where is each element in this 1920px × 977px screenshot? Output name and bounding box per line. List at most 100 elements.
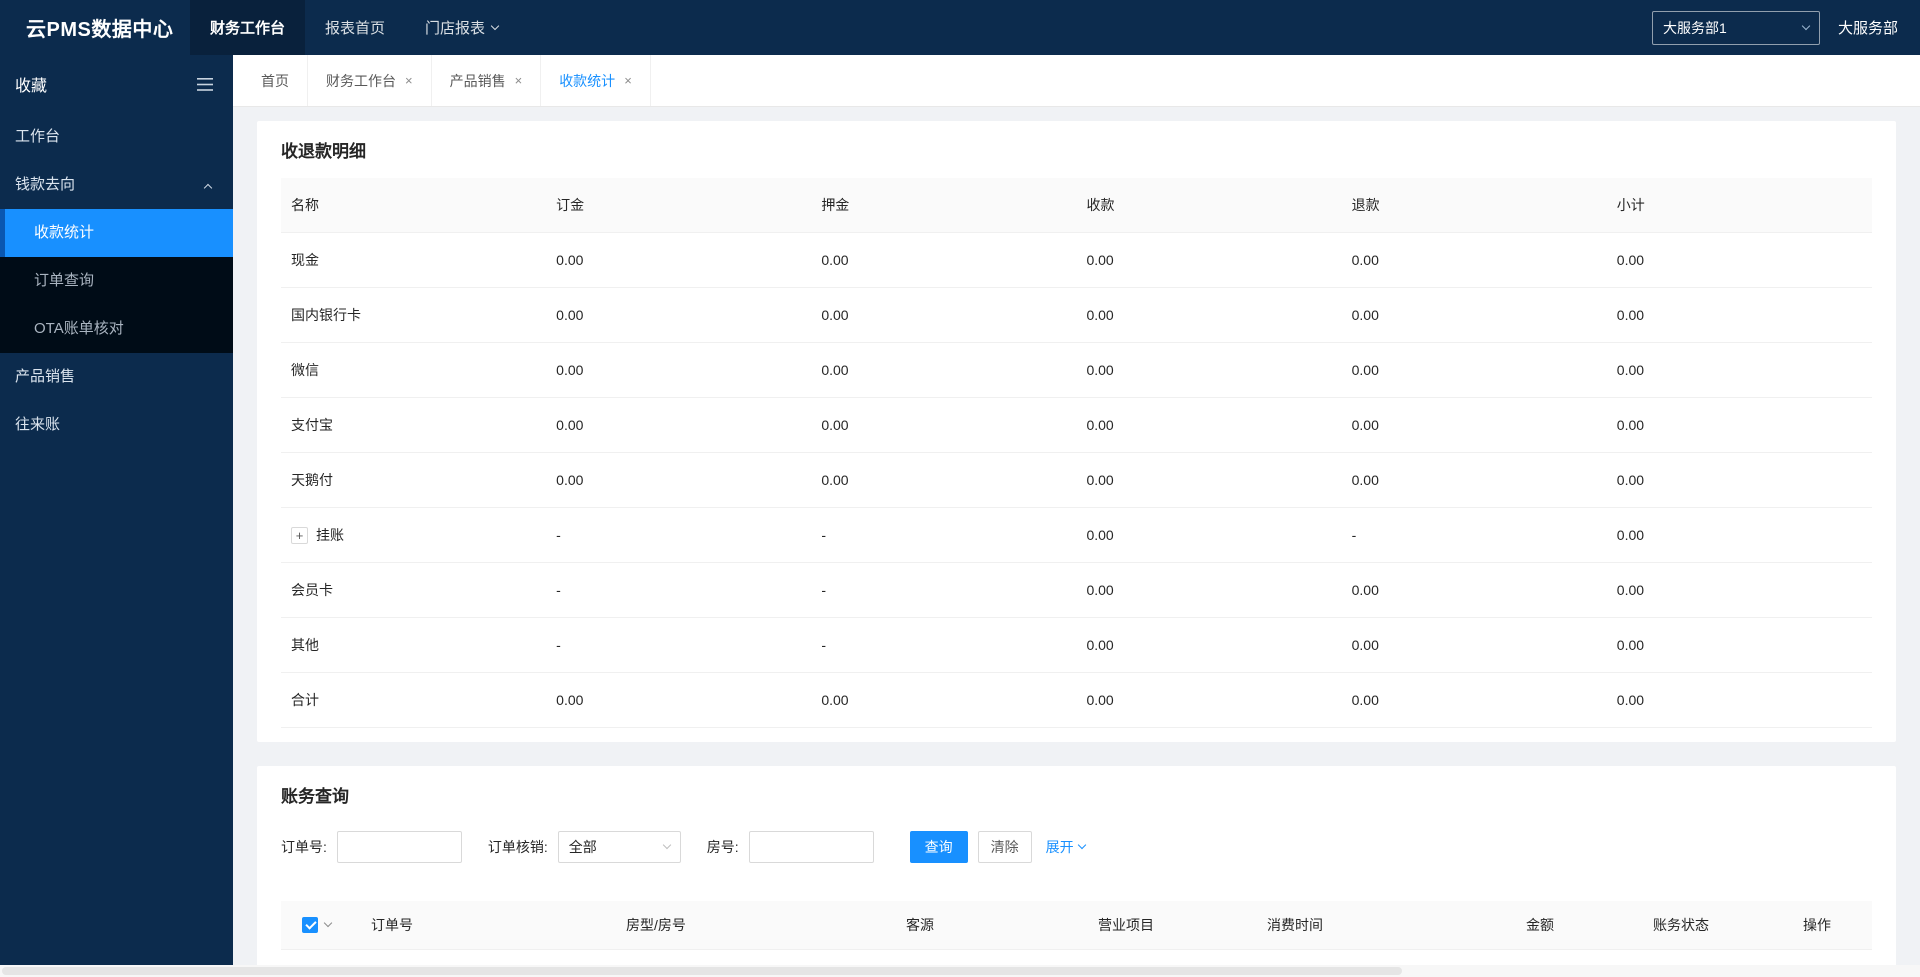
amount-link[interactable]: 0.00	[1341, 232, 1607, 288]
expand-row-button[interactable]: +	[291, 527, 308, 545]
amount-link[interactable]: 0.00	[546, 287, 812, 343]
order-no-input[interactable]	[336, 830, 462, 863]
tab-label: 收款统计	[559, 72, 616, 89]
sidebar-item-label: 工作台	[15, 128, 61, 145]
amount-link[interactable]: 0.00	[1341, 452, 1607, 508]
amount-value: 0.00	[1606, 507, 1872, 563]
close-icon[interactable]: ×	[624, 73, 632, 88]
refund-table: 名称 订金 押金 收款 退款 小计 现金 0.00 0.00 0.00 0.00 0.00 国内银行卡…	[281, 178, 1872, 728]
select-all-checkbox[interactable]	[302, 916, 318, 933]
chevron-down-icon[interactable]	[323, 918, 333, 927]
amount-link[interactable]: 0.00	[546, 232, 812, 288]
amount-link[interactable]: 0.00	[1076, 617, 1342, 673]
payment-method-cell: + 挂账	[281, 507, 547, 563]
sidebar-submenu: 收款统计 订单查询 OTA账单核对	[0, 209, 233, 353]
amount-value: -	[1341, 507, 1607, 563]
refund-table-row: 国内银行卡 0.00 0.00 0.00 0.00 0.00	[281, 287, 1872, 343]
room-no-input[interactable]	[748, 830, 874, 863]
expand-link[interactable]: 展开	[1045, 837, 1086, 857]
refund-column-header: 收款	[1076, 178, 1342, 233]
tab-label: 财务工作台	[326, 72, 396, 89]
amount-link[interactable]: 0.00	[1341, 287, 1607, 343]
scrollbar-thumb[interactable]	[2, 967, 1402, 975]
chevron-down-icon	[1801, 21, 1811, 30]
payment-method-label: 会员卡	[291, 581, 333, 598]
tab-payment-stats[interactable]: 收款统计 ×	[541, 55, 651, 106]
store-select[interactable]: 大服务部1	[1651, 10, 1820, 45]
tab-label: 首页	[261, 72, 289, 89]
amount-link[interactable]: 0.00	[811, 232, 1077, 288]
topbar: 云PMS数据中心 财务工作台 报表首页 门店报表 大服务部1 大服务部	[0, 0, 1920, 55]
payment-method-label: 国内银行卡	[291, 306, 361, 323]
amount-link[interactable]: 0.00	[546, 342, 812, 398]
refund-table-row: 其他 - -0.00 0.00 0.00	[281, 617, 1872, 673]
tab-product-sales[interactable]: 产品销售 ×	[432, 55, 542, 106]
amount-link[interactable]: 0.00	[1076, 287, 1342, 343]
payment-method-cell: 现金	[281, 232, 547, 288]
close-icon[interactable]: ×	[405, 73, 413, 88]
refund-column-header: 退款	[1341, 178, 1607, 233]
refund-table-body: 现金 0.00 0.00 0.00 0.00 0.00 国内银行卡 0.00 0.00 0.00 0…	[281, 232, 1872, 728]
tab-finance-workbench[interactable]: 财务工作台 ×	[308, 55, 432, 106]
section-title-refund: 收退款明细	[281, 142, 366, 161]
amount-link[interactable]: 0.00	[1341, 672, 1607, 728]
sidebar-item-workbench[interactable]: 工作台	[0, 113, 233, 161]
amount-value: -	[546, 617, 812, 673]
amount-value: 0.00	[1606, 562, 1872, 618]
writeoff-label: 订单核销:	[487, 838, 548, 855]
query-table-header: 订单号 房型/房号 客源 营业项目 消费时间 金额 账务状态 操作	[281, 900, 1872, 950]
sidebar-item-label: 订单查询	[34, 272, 95, 289]
query-column-header: 订单号	[371, 916, 413, 933]
tabbar: 首页 财务工作台 × 产品销售 × 收款统计 ×	[233, 55, 1920, 107]
amount-link[interactable]: 0.00	[546, 397, 812, 453]
amount-link[interactable]: 0.00	[1076, 397, 1342, 453]
amount-link[interactable]: 0.00	[1341, 342, 1607, 398]
nav-store-reports[interactable]: 门店报表	[405, 0, 518, 55]
amount-link[interactable]: 0.00	[1076, 232, 1342, 288]
amount-link[interactable]: 0.00	[1076, 562, 1342, 618]
amount-link[interactable]: 0.00	[811, 452, 1077, 508]
payment-method-cell: 会员卡	[281, 562, 547, 618]
amount-link[interactable]: 0.00	[1076, 672, 1342, 728]
sidebar-item-ota-reconciliation[interactable]: OTA账单核对	[0, 305, 233, 353]
amount-value: 0.00	[1606, 397, 1872, 453]
amount-link[interactable]: 0.00	[811, 672, 1077, 728]
payment-method-cell: 合计	[281, 672, 547, 728]
sidebar-group-money-flow[interactable]: 钱款去向	[0, 161, 233, 209]
horizontal-scrollbar[interactable]	[0, 965, 1920, 977]
amount-link[interactable]: 0.00	[546, 672, 812, 728]
sidebar-item-product-sales[interactable]: 产品销售	[0, 353, 233, 401]
payment-method-cell: 国内银行卡	[281, 287, 547, 343]
refund-table-row: 现金 0.00 0.00 0.00 0.00 0.00	[281, 232, 1872, 288]
chevron-down-icon	[1077, 840, 1086, 849]
sidebar-item-transactions[interactable]: 往来账	[0, 401, 233, 449]
user-label: 大服务部	[1837, 20, 1898, 37]
sidebar-header: 收藏	[0, 55, 233, 113]
amount-link[interactable]: 0.00	[811, 342, 1077, 398]
amount-link[interactable]: 0.00	[811, 287, 1077, 343]
nav-finance-workbench[interactable]: 财务工作台	[190, 0, 306, 55]
query-column-header: 房型/房号	[626, 916, 686, 933]
menu-fold-icon[interactable]	[197, 77, 213, 91]
amount-link[interactable]: 0.00	[546, 452, 812, 508]
sidebar-item-payment-stats[interactable]: 收款统计	[0, 209, 233, 257]
amount-link[interactable]: 0.00	[811, 397, 1077, 453]
amount-link[interactable]: 0.00	[1076, 342, 1342, 398]
amount-link[interactable]: 0.00	[1341, 562, 1607, 618]
clear-button[interactable]: 清除	[977, 830, 1032, 863]
refund-column-header: 小计	[1606, 178, 1872, 233]
refund-table-row: 合计 0.00 0.00 0.00 0.00 0.00	[281, 672, 1872, 728]
expand-link-label: 展开	[1045, 838, 1074, 855]
sidebar-item-order-query[interactable]: 订单查询	[0, 257, 233, 305]
amount-link[interactable]: 0.00	[1076, 452, 1342, 508]
close-icon[interactable]: ×	[515, 73, 523, 88]
amount-link[interactable]: 0.00	[1076, 507, 1342, 563]
search-button[interactable]: 查询	[909, 830, 968, 863]
payment-method-label: 合计	[291, 691, 319, 708]
tab-home[interactable]: 首页	[243, 55, 308, 106]
amount-value: -	[811, 507, 1077, 563]
writeoff-select[interactable]: 全部	[557, 830, 681, 863]
amount-link[interactable]: 0.00	[1341, 617, 1607, 673]
nav-report-home[interactable]: 报表首页	[305, 0, 405, 55]
amount-link[interactable]: 0.00	[1341, 397, 1607, 453]
